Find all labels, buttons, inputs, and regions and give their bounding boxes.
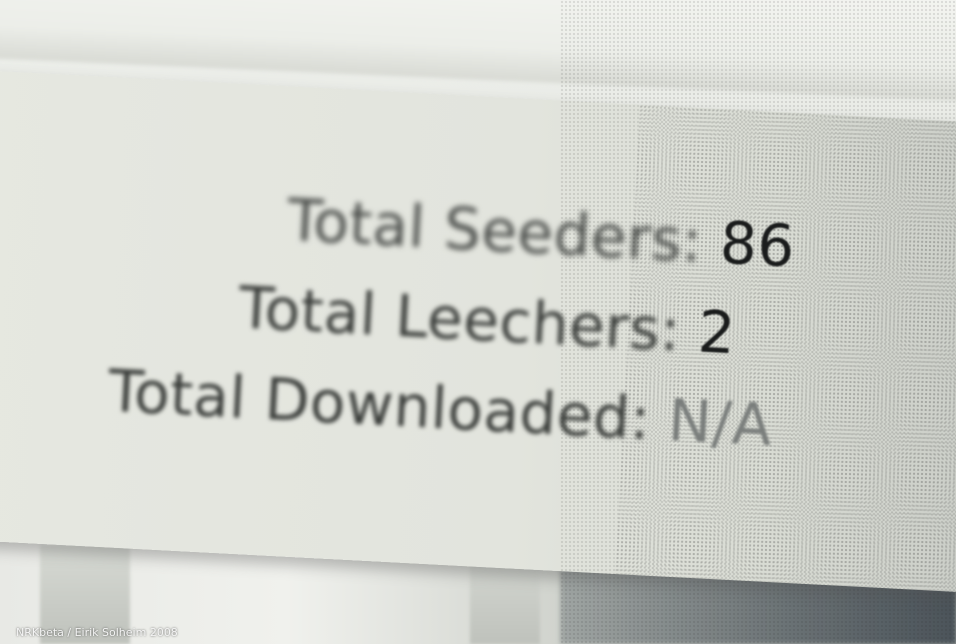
seeders-value: 86: [718, 208, 797, 281]
leechers-label: Total Leechers:: [237, 273, 683, 365]
photo-credit: NRKbeta / Eirik Solheim 2008: [16, 626, 178, 639]
downloaded-row: Total Downloaded: N/A: [107, 357, 774, 460]
seeders-row: Total Seeders: 86: [286, 186, 797, 280]
leechers-row: Total Leechers: 2: [237, 273, 737, 367]
leechers-value: 2: [696, 297, 738, 368]
seeders-label: Total Seeders:: [285, 185, 704, 276]
torrent-stats: Total Seeders: 86 Total Leechers: 2 Total …: [0, 0, 956, 644]
photo: Total Seeders: 86 Total Leechers: 2 Total …: [0, 0, 956, 644]
downloaded-value: N/A: [666, 386, 775, 460]
downloaded-label: Total Downloaded:: [106, 356, 653, 453]
